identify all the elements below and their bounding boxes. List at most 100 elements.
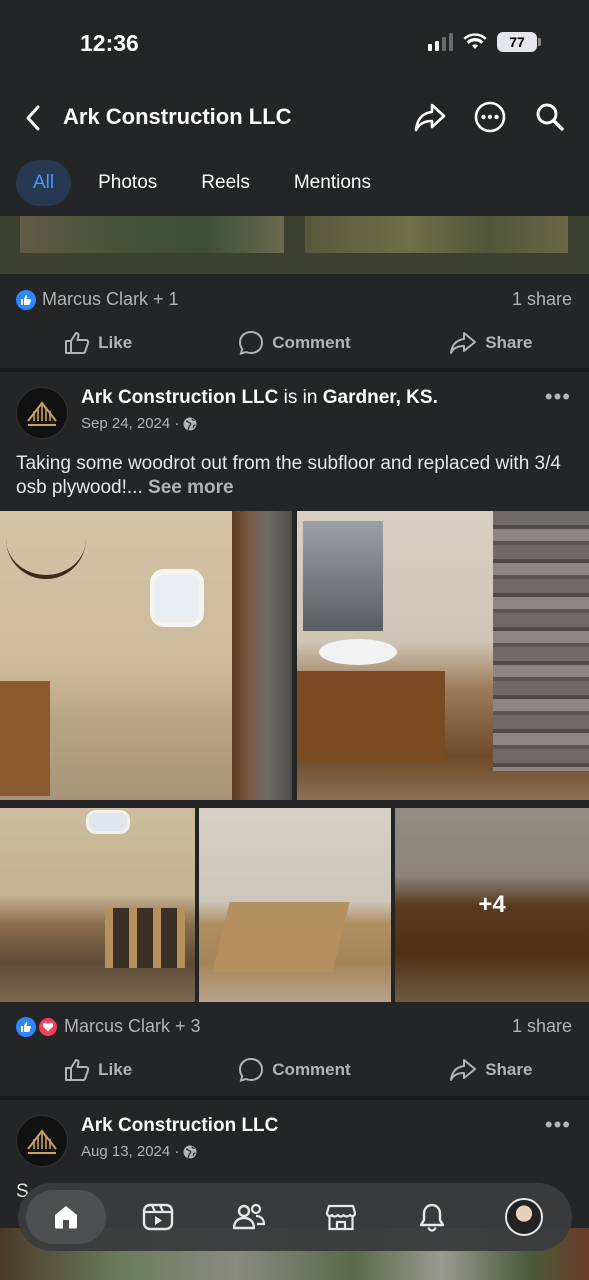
barn-door-shape [493,511,589,771]
battery-indicator: 77 [497,32,541,52]
comment-label: Comment [272,1060,351,1079]
post-header: Ark Construction LLC Aug 13, 2024 · [16,1115,278,1167]
share-button[interactable] [413,100,447,134]
joist-shape [105,908,185,968]
share-count[interactable]: 1 share [512,289,572,310]
comment-bubble-icon [239,1057,264,1082]
search-icon [536,103,564,131]
page-avatar[interactable] [16,1115,68,1167]
page-header: Ark Construction LLC [0,88,589,148]
chevron-left-icon [26,105,40,131]
like-reaction-icon [16,289,36,310]
like-label: Like [98,1060,133,1079]
ark-logo-icon [27,1129,57,1154]
nav-home[interactable] [26,1190,106,1244]
post-date-row: Sep 24, 2024 · [81,415,438,432]
post-photo-subfloor-joists[interactable] [0,808,195,1002]
comment-button[interactable]: Comment [196,1053,392,1087]
post-photo-bathroom-vanity[interactable] [297,511,589,800]
sink-shape [319,639,397,665]
comment-button[interactable]: Comment [196,326,392,360]
previous-post-photos[interactable] [0,216,589,274]
tab-all[interactable]: All [16,160,72,206]
feed[interactable]: Marcus Clark + 1 1 share Like Comment Sh… [0,216,589,1280]
like-label: Like [98,333,133,352]
reactions-text: Marcus Clark + 3 [64,1016,201,1036]
page-avatar[interactable] [16,387,68,439]
filter-tabs: All Photos Reels Mentions [0,150,589,216]
post-body: Taking some woodrot out from the subfloo… [16,453,561,498]
more-options-button[interactable] [473,100,507,134]
back-button[interactable] [18,102,48,134]
post-date[interactable]: Sep 24, 2024 · [81,415,179,432]
tab-photos[interactable]: Photos [81,160,174,206]
more-photos-overlay[interactable]: +4 [395,808,589,1002]
like-reaction-icon [16,1016,36,1037]
vanity-cabinet-shape [297,671,445,761]
thumbs-up-icon [65,1059,90,1081]
comment-bubble-icon [239,330,264,355]
door-shape [232,511,292,800]
like-button[interactable]: Like [0,326,196,360]
bell-icon [420,1203,445,1232]
share-count[interactable]: 1 share [512,1016,572,1037]
post-location[interactable]: Gardner, KS. [323,387,438,408]
post-is-in: is in [283,387,318,408]
post-card: Ark Construction LLC is in Gardner, KS. … [0,372,589,1096]
mirror-shape [303,521,383,631]
status-bar: 12:36 77 [0,0,589,88]
nav-friends[interactable] [209,1190,289,1244]
post-more-button[interactable]: ••• [545,384,571,410]
post-author[interactable]: Ark Construction LLC [81,1115,278,1136]
post-date[interactable]: Aug 13, 2024 · [81,1143,179,1160]
marketplace-icon [325,1204,356,1231]
status-icons: 77 [428,32,541,52]
share-label: Share [485,1060,533,1079]
globe-icon [183,1145,197,1158]
reactions-summary[interactable]: Marcus Clark + 3 [16,1016,201,1037]
post-header: Ark Construction LLC is in Gardner, KS. … [16,387,438,439]
osb-panel-shape [212,902,350,972]
post-photo-osb-subfloor[interactable] [199,808,391,1002]
previous-photo[interactable] [20,216,284,253]
cabinet-shape [0,681,50,796]
reactions-summary[interactable]: Marcus Clark + 1 [16,289,179,310]
comment-label: Comment [272,333,351,352]
window-shape [150,569,204,627]
search-button[interactable] [533,100,567,134]
post-text: Taking some woodrot out from the subfloo… [16,452,576,500]
friends-icon [232,1203,266,1230]
wifi-icon [463,33,487,49]
post-author[interactable]: Ark Construction LLC [81,387,278,408]
reactions-text: Marcus Clark + 1 [42,289,179,309]
ellipsis-icon: ••• [544,384,571,409]
nav-profile[interactable] [484,1190,564,1244]
post-photo-dining-room[interactable] [0,511,292,800]
post-actions: Like Comment Share [0,1053,589,1087]
nav-video[interactable] [118,1190,198,1244]
tab-mentions[interactable]: Mentions [277,160,388,206]
like-button[interactable]: Like [0,1053,196,1087]
post-more-button[interactable]: ••• [545,1112,571,1138]
share-arrow-icon [450,1059,477,1081]
video-icon [142,1203,173,1231]
share-post-button[interactable]: Share [393,326,589,360]
share-post-button[interactable]: Share [393,1053,589,1087]
chandelier-shape [6,519,86,579]
post-date-row: Aug 13, 2024 · [81,1143,278,1160]
nav-notifications[interactable] [392,1190,472,1244]
see-more-link[interactable]: See more [148,477,234,498]
status-time: 12:36 [80,30,139,56]
home-icon [55,1206,77,1229]
window-shape [86,810,130,834]
post-title: Ark Construction LLC is in Gardner, KS. [81,387,438,409]
post-photo-finished-vanity[interactable]: +4 [395,808,589,1002]
share-arrow-icon [450,332,477,354]
love-reaction-icon [38,1016,58,1037]
post-actions: Like Comment Share [0,326,589,360]
share-arrow-icon [414,103,446,132]
bottom-navigation [18,1183,572,1251]
tab-reels[interactable]: Reels [184,160,267,206]
previous-photo[interactable] [305,216,568,253]
nav-marketplace[interactable] [301,1190,381,1244]
